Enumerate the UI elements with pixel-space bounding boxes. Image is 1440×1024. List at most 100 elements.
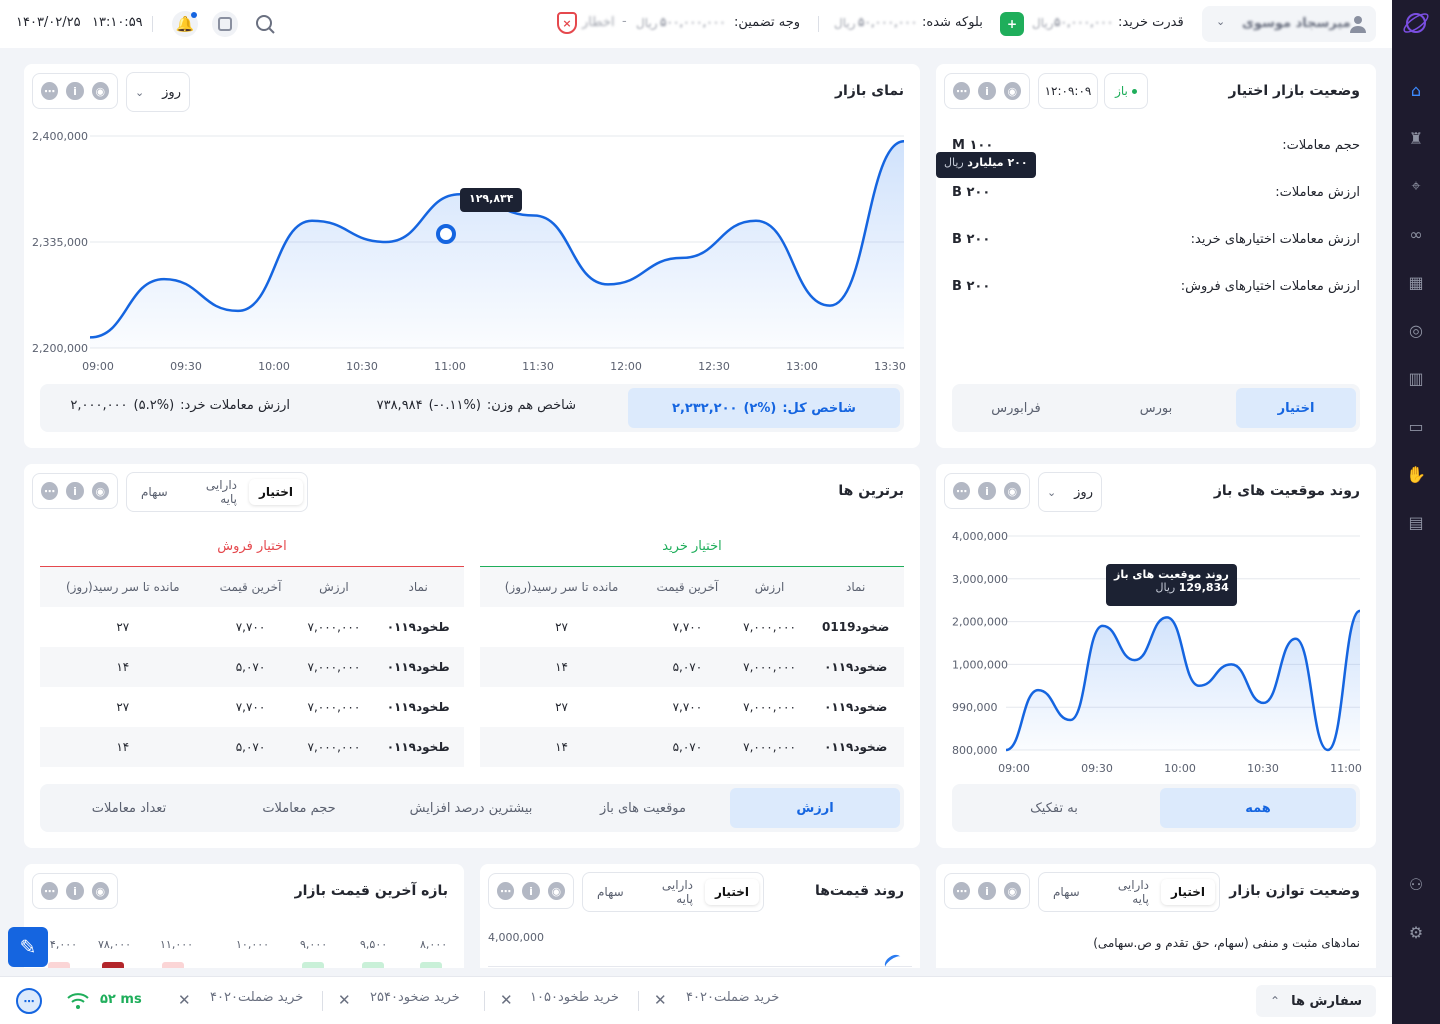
info-icon[interactable]: i [978,82,996,100]
more-icon[interactable]: ⋯ [953,82,971,100]
tab-underlying[interactable]: دارایی پایه [180,472,247,512]
camera-icon[interactable]: ◉ [91,482,109,500]
info-icon[interactable]: i [978,482,996,500]
tab-bourse[interactable]: بورس [1096,388,1216,428]
x-tick-label: 10:00 [258,360,290,373]
more-icon[interactable]: ⋯ [953,882,971,900]
total-index-chip[interactable]: شاخص کل: (۲%) ۲,۲۳۲,۲۰۰ [628,388,900,428]
more-icon[interactable]: ⋯ [41,882,59,900]
home-icon[interactable]: ⌂ [1406,80,1426,100]
tab-underlying[interactable]: دارایی پایه [1092,872,1159,912]
panel-title: وضعیت بازار اختیار [1228,83,1360,99]
top-performers-panel: برترین ها اختیار دارایی پایه سهام ⋯ i ◉ … [24,464,920,848]
bucket-bar [162,962,184,968]
info-icon[interactable]: i [66,82,84,100]
x-tick-label: 12:00 [610,360,642,373]
grid-icon[interactable]: ▦ [1406,272,1426,292]
table-row[interactable]: طخود۰۱۱۹ ۷,۰۰۰,۰۰۰ ۷,۷۰۰ ۲۷ [40,687,464,727]
tab-stocks[interactable]: سهام [131,479,178,505]
ticker-item[interactable]: خرید طخود۱۰۵۰ [530,990,619,1005]
tab-options[interactable]: اختیار [1236,388,1356,428]
add-user-icon[interactable]: ⚇ [1406,874,1426,894]
camera-icon[interactable]: ◉ [91,82,109,100]
table-row[interactable]: ضخود۰۱۱۹ ۷,۰۰۰,۰۰۰ ۵,۰۷۰ ۱۴ [480,646,904,687]
tab-stocks[interactable]: سهام [1043,879,1090,905]
asset-tabs: اختیار دارایی پایه سهام [582,872,764,912]
tab-top-gainers[interactable]: بیشترین درصد افزایش [386,788,556,828]
info-icon[interactable]: i [66,482,84,500]
y-tick-label: 2,400,000 [32,130,88,143]
hand-coin-icon[interactable]: ✋ [1406,464,1426,484]
calculator-button[interactable] [212,11,238,37]
link-icon[interactable]: ∞ [1406,224,1426,244]
tab-options[interactable]: اختیار [249,479,303,505]
support-chat-button[interactable]: ⋯ [16,988,42,1014]
camera-icon[interactable]: ◉ [1003,882,1021,900]
table-row[interactable]: طخود۰۱۱۹ ۷,۰۰۰,۰۰۰ ۵,۰۷۰ ۱۴ [40,726,464,767]
chart-icon[interactable]: ▥ [1406,368,1426,388]
ticker-item[interactable]: خرید ضخود۲۵۴۰ [370,990,460,1005]
close-ticker-icon[interactable]: ✕ [500,991,513,1009]
open-positions-panel: روند موقعیت های باز ⌄ روز ⋯ i ◉ 4,000,00… [936,464,1376,848]
tooltip-title: روند موقعیت های باز [1114,568,1229,581]
user-icon [1350,16,1366,33]
equal-weight-change: (۰.۱۱%-) [428,398,481,413]
close-ticker-icon[interactable]: ✕ [178,991,191,1009]
tab-trade-count[interactable]: تعداد معاملات [44,788,214,828]
notifications-button[interactable]: 🔔 [172,11,198,37]
gear-icon[interactable]: ⚙ [1406,922,1426,942]
info-icon[interactable]: i [522,882,540,900]
orders-label: سفارش ها [1291,993,1362,1009]
user-menu[interactable]: ⌄ میرسجاد موسوی [1202,6,1376,42]
tab-open-positions[interactable]: موقعیت های باز [558,788,728,828]
close-ticker-icon[interactable]: ✕ [654,991,667,1009]
ticker-item[interactable]: خرید ضملت۴۰۲۰ [210,990,303,1005]
table-row[interactable]: ضخود۰۱۱۹ ۷,۰۰۰,۰۰۰ ۷,۷۰۰ ۲۷ [480,687,904,727]
tab-volume[interactable]: حجم معاملات [214,788,384,828]
edit-layout-button[interactable]: ✎ [8,927,48,967]
app-logo[interactable] [1402,8,1430,38]
report-icon[interactable]: ▤ [1406,512,1426,532]
telescope-icon[interactable]: ⌖ [1406,176,1426,196]
stat-row-volume: حجم معاملات: ۱۰۰ M [952,138,1360,153]
camera-icon[interactable]: ◉ [1003,482,1021,500]
chess-rook-icon[interactable]: ♜ [1406,128,1426,148]
price-range-panel: بازه آخرین قیمت بازار ⋯ i ◉ ۸,۰۰۰ ۹,۵۰۰ … [24,864,464,968]
tab-value[interactable]: ارزش [730,788,900,828]
close-ticker-icon[interactable]: ✕ [338,991,351,1009]
y-tick-label: 2,200,000 [32,342,88,355]
period-select[interactable]: ⌄ روز [126,72,190,112]
ticker-item[interactable]: خرید ضملت۴۰۲۰ [686,990,779,1005]
more-icon[interactable]: ⋯ [953,482,971,500]
tab-stocks[interactable]: سهام [587,879,634,905]
table-row[interactable]: طخود۰۱۱۹ ۷,۰۰۰,۰۰۰ ۷,۷۰۰ ۲۷ [40,607,464,647]
orders-button[interactable]: ⌃ سفارش ها [1256,985,1376,1017]
tab-all[interactable]: همه [1160,788,1356,828]
search-button[interactable] [252,11,278,37]
period-select[interactable]: ⌄ روز [1038,472,1102,512]
cell-days: ۲۷ [555,619,568,634]
tab-breakdown[interactable]: به تفکیک [956,788,1152,828]
info-icon[interactable]: i [978,882,996,900]
date-label: ۱۴۰۳/۰۲/۲۵ [16,15,81,30]
camera-icon[interactable]: ◉ [1003,82,1021,100]
wallet-icon[interactable]: ▭ [1406,416,1426,436]
more-icon[interactable]: ⋯ [41,82,59,100]
table-row[interactable]: ضخود۰۱۱۹ ۷,۰۰۰,۰۰۰ ۵,۰۷۰ ۱۴ [480,726,904,767]
tab-options[interactable]: اختیار [1161,879,1215,905]
tab-farabourse[interactable]: فرابورس [956,388,1076,428]
panel-title: وضعیت توازن بازار [1229,883,1360,899]
add-funds-button[interactable]: + [1000,12,1024,36]
info-icon[interactable]: i [66,882,84,900]
more-icon[interactable]: ⋯ [497,882,515,900]
camera-icon[interactable]: ◉ [547,882,565,900]
cell-price: ۵,۰۷۰ [205,646,296,687]
table-row[interactable]: طخود۰۱۱۹ ۷,۰۰۰,۰۰۰ ۵,۰۷۰ ۱۴ [40,646,464,687]
camera-icon[interactable]: ◉ [91,882,109,900]
tab-options[interactable]: اختیار [705,879,759,905]
planet-icon[interactable]: ◎ [1406,320,1426,340]
warning-label[interactable]: اخطار [582,15,615,30]
tab-underlying[interactable]: دارایی پایه [636,872,703,912]
table-row[interactable]: ضخود0119 ۷,۰۰۰,۰۰۰ ۷,۷۰۰ ۲۷ [480,607,904,647]
more-icon[interactable]: ⋯ [41,482,59,500]
